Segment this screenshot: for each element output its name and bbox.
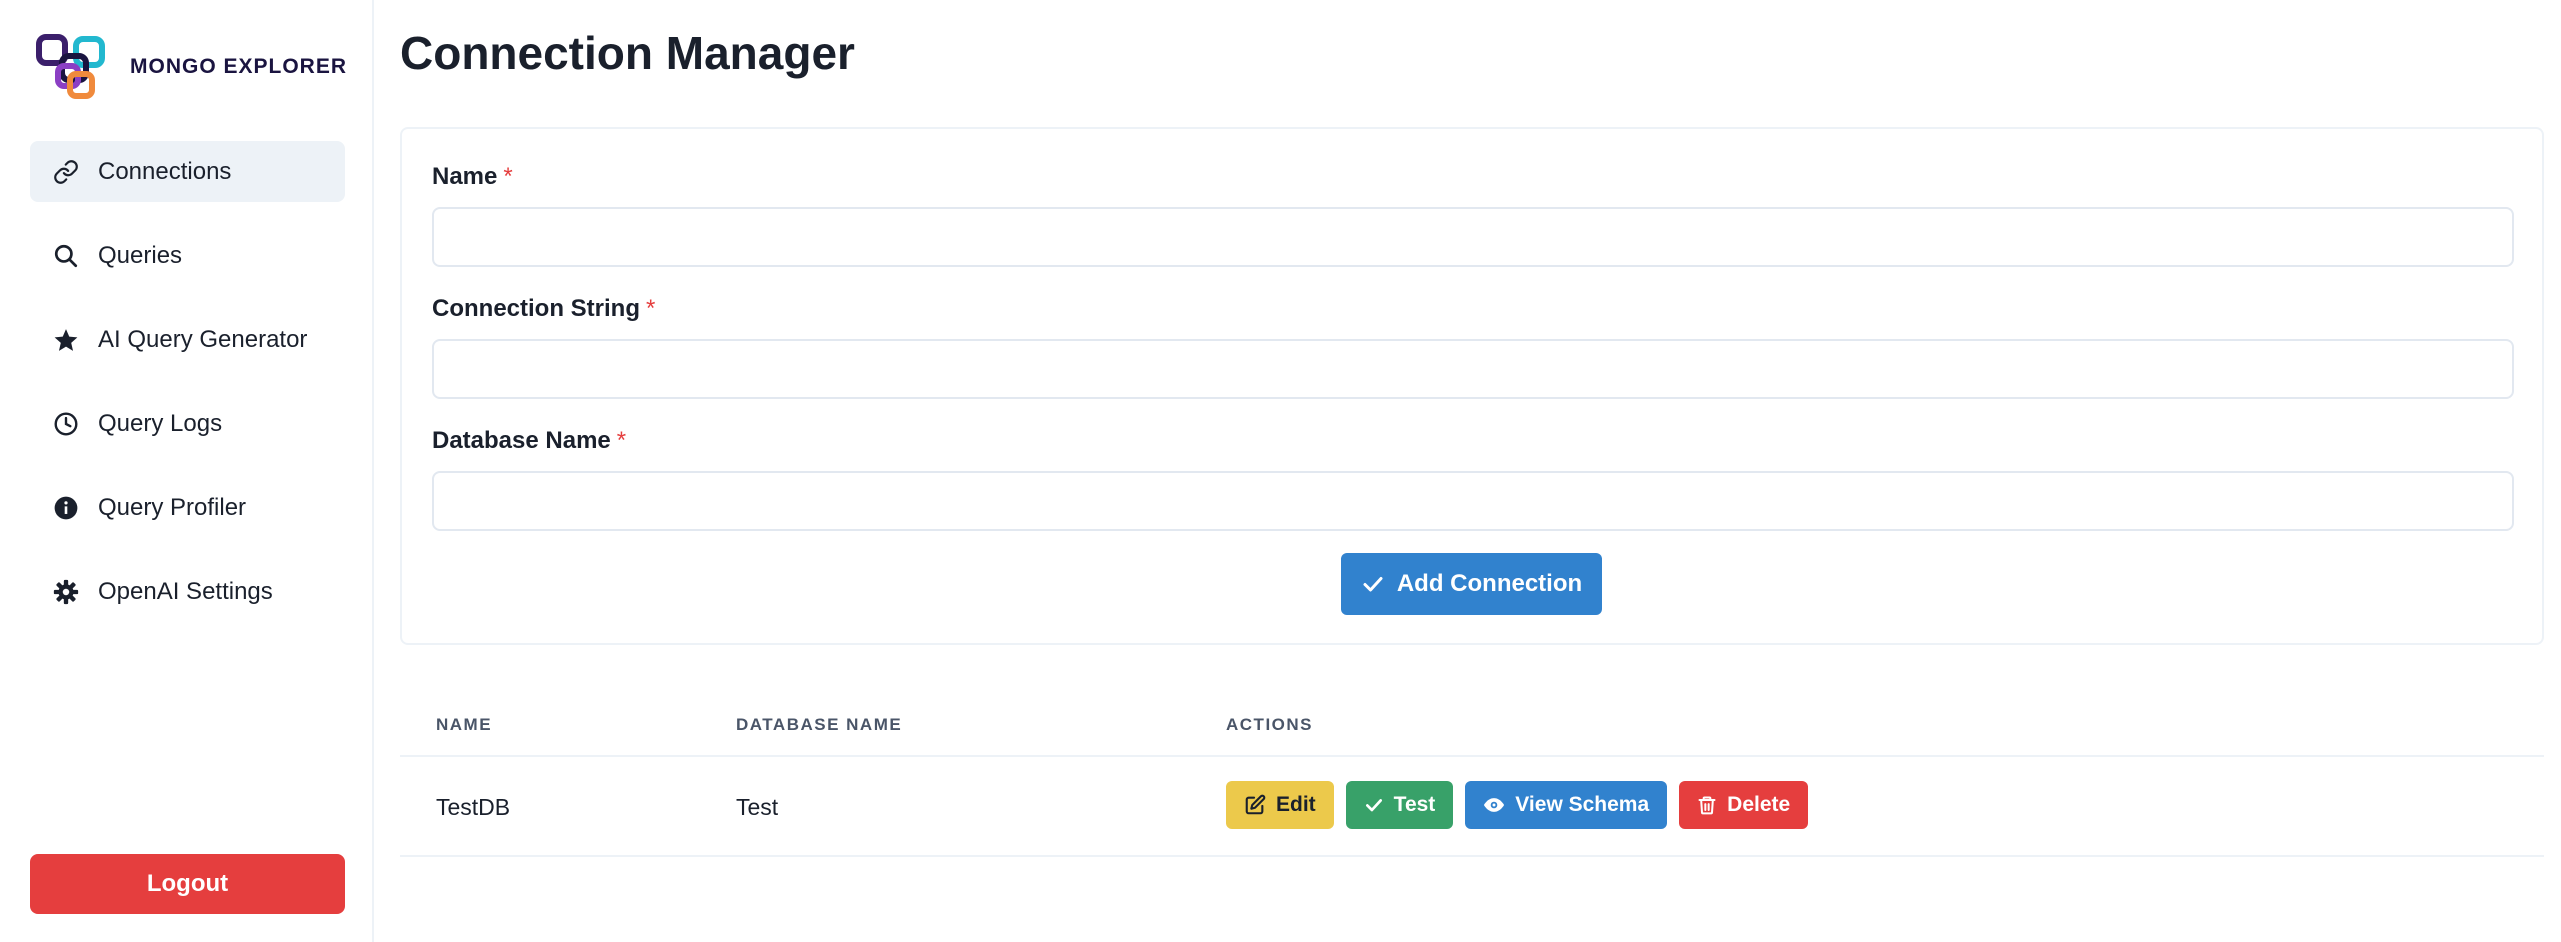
sidebar-item-connections[interactable]: Connections xyxy=(30,141,345,202)
add-connection-label: Add Connection xyxy=(1396,570,1583,597)
connections-table: NAME DATABASE NAME ACTIONS TestDB Test E… xyxy=(400,695,2544,857)
sidebar: MONGO EXPLORER Connections Queries AI Qu… xyxy=(0,0,374,942)
star-icon xyxy=(52,326,80,354)
page-title: Connection Manager xyxy=(400,27,855,79)
search-icon xyxy=(52,242,80,270)
sidebar-item-openai-settings[interactable]: OpenAI Settings xyxy=(30,561,345,622)
connection-string-input[interactable] xyxy=(432,339,2514,399)
sidebar-item-label: Connections xyxy=(98,157,232,185)
gear-icon xyxy=(52,578,80,606)
view-schema-button[interactable]: View Schema xyxy=(1465,781,1668,829)
logout-button[interactable]: Logout xyxy=(30,854,345,914)
clock-icon xyxy=(52,410,80,438)
check-icon xyxy=(1363,577,1383,592)
main-content: Connection Manager Name * Connection Stri… xyxy=(400,0,2561,942)
table-header: NAME DATABASE NAME ACTIONS xyxy=(400,695,2544,757)
edit-icon xyxy=(1245,794,1266,815)
database-name-input[interactable] xyxy=(432,471,2514,531)
table-row: TestDB Test Edit Test View Schema Delete xyxy=(400,757,2544,857)
sidebar-item-query-logs[interactable]: Query Logs xyxy=(30,393,345,454)
sidebar-nav: Connections Queries AI Query Generator Q… xyxy=(30,141,345,645)
sidebar-item-queries[interactable]: Queries xyxy=(30,225,345,286)
sidebar-item-label: Queries xyxy=(98,241,183,269)
app-logo[interactable]: MONGO EXPLORER xyxy=(36,34,347,100)
name-input[interactable] xyxy=(432,207,2514,267)
eye-icon xyxy=(1484,798,1505,812)
required-marker: * xyxy=(645,295,656,322)
name-label: Name * xyxy=(432,163,513,191)
connection-string-label-text: Connection String xyxy=(432,295,640,322)
database-name-cell: Test xyxy=(736,794,779,820)
view-schema-label: View Schema xyxy=(1515,793,1650,816)
trash-icon xyxy=(1698,796,1716,815)
sidebar-item-label: OpenAI Settings xyxy=(98,577,273,605)
logo-icon xyxy=(36,34,105,99)
name-label-text: Name xyxy=(432,163,498,190)
sidebar-item-ai-query-generator[interactable]: AI Query Generator xyxy=(30,309,345,370)
sidebar-item-label: Query Profiler xyxy=(98,493,247,521)
sidebar-item-query-profiler[interactable]: Query Profiler xyxy=(30,477,345,538)
sidebar-item-label: AI Query Generator xyxy=(98,325,308,353)
edit-label: Edit xyxy=(1276,793,1316,816)
column-header-database-name: DATABASE NAME xyxy=(736,715,903,734)
link-icon xyxy=(52,158,80,186)
database-name-label-text: Database Name xyxy=(432,427,611,454)
sidebar-item-label: Query Logs xyxy=(98,409,223,437)
edit-button[interactable]: Edit xyxy=(1226,781,1334,829)
app-name: MONGO EXPLORER xyxy=(130,55,348,78)
connection-form: Name * Connection String * Database Name * … xyxy=(400,127,2544,645)
delete-button[interactable]: Delete xyxy=(1679,781,1809,829)
test-label: Test xyxy=(1393,793,1436,816)
column-header-actions: ACTIONS xyxy=(1226,715,1313,734)
test-button[interactable]: Test xyxy=(1345,781,1454,829)
delete-label: Delete xyxy=(1727,793,1791,816)
required-marker: * xyxy=(616,427,627,454)
column-header-name: NAME xyxy=(436,715,493,734)
connection-string-label: Connection String * xyxy=(432,295,655,323)
add-connection-button[interactable]: Add Connection xyxy=(1341,553,1602,615)
connection-name-cell: TestDB xyxy=(436,794,511,820)
info-icon xyxy=(52,494,80,522)
required-marker: * xyxy=(503,163,513,190)
database-name-label: Database Name * xyxy=(432,427,626,455)
row-actions: Edit Test View Schema Delete xyxy=(1226,781,1820,829)
check-icon xyxy=(1365,799,1382,812)
